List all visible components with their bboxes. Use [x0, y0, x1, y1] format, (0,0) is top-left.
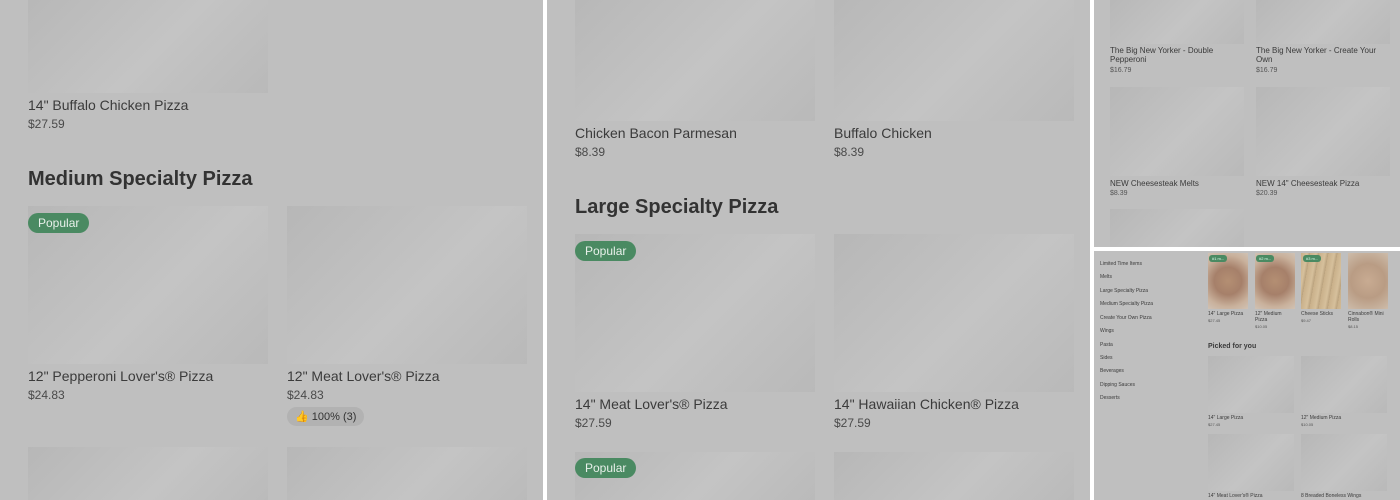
item-title[interactable]: Buffalo Chicken — [834, 125, 932, 141]
popular-badge: Popular — [575, 458, 637, 478]
nav-item-sides[interactable]: Sides — [1100, 355, 1113, 361]
nav-item-desserts[interactable]: Desserts — [1100, 395, 1120, 401]
item-title[interactable]: 12" Meat Lover's® Pizza — [287, 368, 440, 384]
thumbs-up-icon: 👍 — [295, 411, 309, 423]
item-title[interactable]: The Big New Yorker - Double Pepperoni — [1110, 46, 1240, 64]
item-image[interactable] — [1256, 87, 1390, 176]
popular-badge: Popular — [575, 241, 637, 261]
item-image[interactable] — [287, 447, 527, 500]
item-title[interactable]: 14" Large Pizza — [1208, 311, 1248, 317]
menu-panel-medium-specialty: 14" Buffalo Chicken Pizza $27.59 Medium … — [0, 0, 543, 500]
item-price: $8.39 — [575, 145, 606, 159]
item-title[interactable]: Cheese Sticks — [1301, 311, 1341, 317]
item-image[interactable] — [1110, 87, 1244, 176]
item-image[interactable] — [287, 206, 527, 364]
item-image[interactable] — [834, 0, 1074, 121]
menu-panel-overview: Limited Time Items Melts Large Specialty… — [1094, 251, 1400, 500]
popular-badge: Popular — [28, 213, 90, 233]
item-image[interactable] — [28, 447, 268, 500]
nav-item-melts[interactable]: Melts — [1100, 274, 1112, 280]
section-heading: Large Specialty Pizza — [575, 196, 779, 218]
nav-item-wings[interactable]: Wings — [1100, 328, 1114, 334]
item-price: $24.83 — [28, 388, 65, 402]
section-heading: Medium Specialty Pizza — [28, 168, 253, 190]
section-heading: Picked for you — [1208, 343, 1257, 350]
nav-item-medium-specialty[interactable]: Medium Specialty Pizza — [1100, 301, 1153, 307]
item-image[interactable] — [1301, 434, 1387, 491]
item-price: $20.39 — [1256, 190, 1278, 197]
item-title[interactable]: NEW Cheesesteak Melts — [1110, 179, 1240, 188]
item-price: $10.05 — [1301, 422, 1314, 427]
item-image[interactable] — [1208, 356, 1294, 413]
item-title[interactable]: 14" Buffalo Chicken Pizza — [28, 97, 188, 113]
item-image[interactable] — [1208, 434, 1294, 491]
item-price: $10.05 — [1255, 324, 1268, 329]
item-title[interactable]: 14" Hawaiian Chicken® Pizza — [834, 396, 1019, 412]
item-title[interactable]: 14" Meat Lover's® Pizza — [1208, 493, 1294, 499]
item-title[interactable]: 12" Medium Pizza — [1255, 311, 1295, 323]
item-price: $16.79 — [1256, 67, 1278, 74]
nav-item-beverages[interactable]: Beverages — [1100, 368, 1124, 374]
item-price: $27.45 — [1208, 422, 1221, 427]
item-title[interactable]: 12" Pepperoni Lover's® Pizza — [28, 368, 213, 384]
item-price: $27.59 — [575, 416, 612, 430]
item-title[interactable]: 8 Breaded Boneless Wings — [1301, 493, 1387, 499]
rating-value: 100% (3) — [311, 411, 357, 423]
item-image[interactable] — [1301, 356, 1387, 413]
item-title[interactable]: 14" Large Pizza — [1208, 415, 1294, 421]
nav-item-limited-time[interactable]: Limited Time Items — [1100, 261, 1142, 267]
nav-item-create-your-own[interactable]: Create Your Own Pizza — [1100, 315, 1152, 321]
menu-panel-large-specialty: Chicken Bacon Parmesan $8.39 Buffalo Chi… — [547, 0, 1090, 500]
item-price: $24.83 — [287, 388, 324, 402]
item-price: $8.39 — [1110, 190, 1128, 197]
rating-badge: 👍 100% (3) — [287, 407, 365, 426]
item-title[interactable]: The Big New Yorker - Create Your Own — [1256, 46, 1390, 64]
item-price: $27.59 — [28, 117, 65, 131]
item-title[interactable]: NEW 14" Cheesesteak Pizza — [1256, 179, 1390, 188]
item-price: $16.79 — [1110, 67, 1132, 74]
item-image[interactable] — [1110, 209, 1244, 247]
rank-badge: #2 m... — [1256, 255, 1275, 262]
rank-badge: #1 m... — [1209, 255, 1228, 262]
item-price: $9.47 — [1301, 318, 1312, 323]
item-image[interactable] — [575, 0, 815, 121]
item-price: $8.39 — [834, 145, 865, 159]
nav-item-large-specialty[interactable]: Large Specialty Pizza — [1100, 288, 1148, 294]
item-price: $8.15 — [1348, 324, 1359, 329]
item-image[interactable] — [1256, 0, 1390, 44]
item-title[interactable]: Chicken Bacon Parmesan — [575, 125, 737, 141]
item-title[interactable]: 14" Meat Lover's® Pizza — [575, 396, 728, 412]
item-title[interactable]: Cinnabon® Mini Rolls — [1348, 311, 1388, 323]
menu-panel-new-yorker: The Big New Yorker - Double Pepperoni $1… — [1094, 0, 1400, 247]
rank-badge: #3 m... — [1303, 255, 1322, 262]
item-image[interactable] — [1110, 0, 1244, 44]
item-image[interactable] — [28, 0, 268, 93]
item-price: $27.45 — [1208, 318, 1221, 323]
nav-item-dipping-sauces[interactable]: Dipping Sauces — [1100, 382, 1135, 388]
nav-item-pasta[interactable]: Pasta — [1100, 342, 1113, 348]
item-image[interactable] — [834, 452, 1074, 500]
item-image[interactable] — [834, 234, 1074, 392]
item-image[interactable] — [1348, 253, 1388, 309]
item-title[interactable]: 12" Medium Pizza — [1301, 415, 1387, 421]
item-price: $27.59 — [834, 416, 871, 430]
